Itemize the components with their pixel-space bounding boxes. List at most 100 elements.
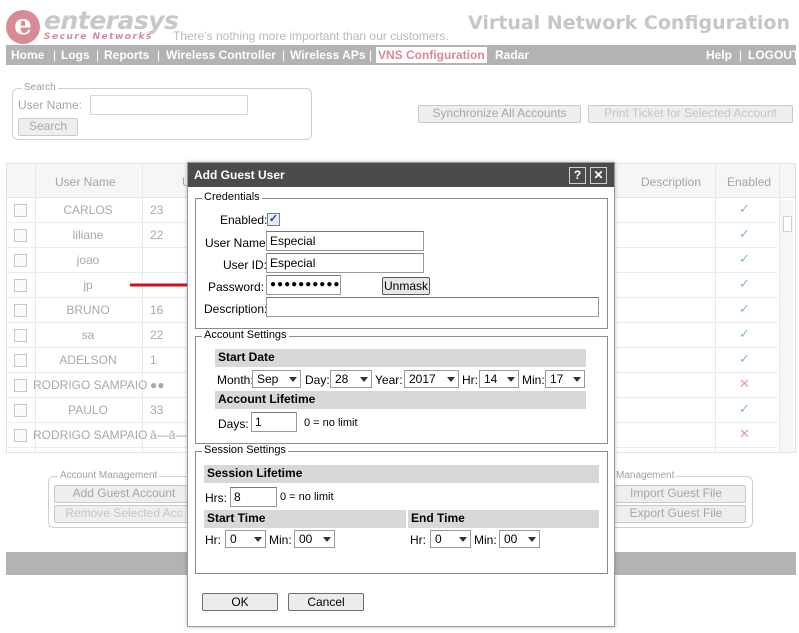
cancel-button[interactable]: Cancel [288,593,364,611]
enabled-label: Enabled: [220,213,268,227]
export-guest-file-button[interactable]: Export Guest File [606,505,746,523]
description-input[interactable] [266,297,599,317]
year-value: 2017 [409,372,436,386]
enabled-check-icon: ✓ [739,326,750,341]
month-value: Sep [257,372,279,386]
session-hours-input[interactable]: 8 [230,487,277,507]
enabled-check-icon: ✓ [739,276,750,291]
help-icon[interactable]: ? [569,167,586,184]
session-lifetime-heading: Session Lifetime [204,465,599,483]
start-hour-label: Hr: [205,533,221,547]
enabled-check-icon: ✓ [739,351,750,366]
end-minute-label: Min: [474,533,497,547]
search-user-name-input[interactable] [90,95,248,115]
year-select[interactable]: 2017 [404,370,459,388]
day-select[interactable]: 28 [330,370,372,388]
row-user-name: RODRIGO SAMPAIO [33,428,148,442]
minute-select[interactable]: 17 [545,370,585,388]
add-guest-account-button[interactable]: Add Guest Account [54,485,194,503]
dialog-title-bar[interactable]: Add Guest User ? ✕ [188,163,614,187]
start-hour-value: 0 [230,532,237,546]
nav-logout[interactable]: LOGOUT [748,47,799,63]
row-checkbox[interactable] [14,279,27,292]
row-checkbox[interactable] [14,254,27,267]
end-minute-select[interactable]: 00 [499,530,540,548]
column-header-user-name[interactable]: User Name [55,175,116,189]
row-user-name: liliane [72,228,104,242]
start-hour-select[interactable]: 0 [225,530,266,548]
row-user-name: joao [76,253,100,267]
nav-logs[interactable]: Logs [61,47,90,63]
row-user-id: 22 [150,328,164,342]
chevron-down-icon [459,537,467,542]
row-user-id: 23 [150,203,164,217]
column-header-description[interactable]: Description [641,175,701,189]
password-input[interactable]: ●●●●●●●●●● [266,275,341,295]
chevron-down-icon [360,377,368,382]
end-hour-select[interactable]: 0 [430,530,471,548]
nav-home[interactable]: Home [11,47,44,63]
search-user-name-label: User Name: [18,98,83,112]
start-minute-label: Min: [269,533,292,547]
disabled-x-icon: ✕ [739,376,750,391]
disabled-x-icon: ✕ [739,426,750,441]
session-settings-legend: Session Settings [202,444,288,456]
minute-label: Min: [522,373,545,387]
month-select[interactable]: Sep [252,370,301,388]
search-button[interactable]: Search [18,118,78,136]
row-checkbox[interactable] [14,354,27,367]
row-checkbox[interactable] [14,379,27,392]
table-scrollbar[interactable] [780,200,794,452]
nav-wireless-controller[interactable]: Wireless Controller [166,47,276,63]
row-user-name: BRUNO [66,303,110,317]
brand-logo-icon: e [6,10,40,44]
user-id-label: User ID: [223,258,268,272]
hour-select[interactable]: 14 [479,370,519,388]
description-label: Description: [204,302,268,316]
start-date-heading: Start Date [215,349,586,367]
row-checkbox[interactable] [14,304,27,317]
row-checkbox[interactable] [14,229,27,242]
nav-separator: | [53,48,57,62]
row-checkbox[interactable] [14,204,27,217]
print-ticket-button[interactable]: Print Ticket for Selected Account [588,105,793,123]
nav-help[interactable]: Help [706,47,732,63]
user-name-input[interactable]: Especial [266,231,424,251]
synchronize-all-accounts-button[interactable]: Synchronize All Accounts [418,105,581,123]
row-checkbox[interactable] [14,329,27,342]
row-user-id: 33 [150,403,164,417]
row-user-id: 22 [150,228,164,242]
nav-vns-configuration[interactable]: VNS Configuration [376,47,487,63]
days-input[interactable]: 1 [251,412,297,432]
nav-radar[interactable]: Radar [495,47,529,63]
user-id-input[interactable]: Especial [266,253,424,273]
table-scrollbar-thumb[interactable] [783,216,792,232]
year-label: Year: [375,373,403,387]
days-label: Days: [218,417,249,431]
user-name-label: User Name: [205,236,270,250]
enabled-check-icon: ✓ [739,251,750,266]
hour-label: Hr: [462,373,478,387]
import-guest-file-button[interactable]: Import Guest File [606,485,746,503]
month-label: Month: [217,373,254,387]
nav-wireless-aps[interactable]: Wireless APs [290,47,366,63]
row-checkbox[interactable] [14,404,27,417]
file-management-legend: Management [614,470,677,481]
row-user-id: 1 [150,353,157,367]
nav-separator: | [282,48,286,62]
credentials-legend: Credentials [202,191,262,203]
remove-selected-account-button[interactable]: Remove Selected Acc [54,505,194,523]
column-header-enabled[interactable]: Enabled [727,175,771,189]
unmask-button[interactable]: Unmask [382,277,430,295]
app-title: Virtual Network Configuration [467,12,790,34]
hrs-hint: 0 = no limit [280,491,334,503]
start-minute-select[interactable]: 00 [294,530,335,548]
add-guest-user-dialog: Add Guest User ? ✕ Credentials Enabled: … [187,162,615,627]
nav-reports[interactable]: Reports [104,47,149,63]
row-user-id: â—â— [150,428,188,442]
enabled-checkbox[interactable]: ✓ [267,213,280,226]
ok-button[interactable]: OK [202,593,278,611]
row-checkbox[interactable] [14,429,27,442]
close-icon[interactable]: ✕ [590,167,607,184]
nav-separator: | [96,48,100,62]
